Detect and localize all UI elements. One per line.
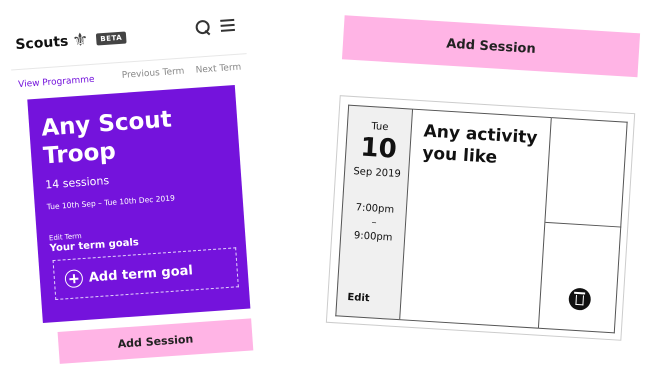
fleur-de-lis-icon: ⚜ [71,29,90,52]
term-card: Any Scout Troop 14 sessions Tue 10th Sep… [27,84,251,323]
delete-session-button[interactable] [568,287,592,311]
activity-text: Any activity you like [421,121,539,168]
next-term-link[interactable]: Next Term [195,63,241,76]
trash-icon [575,294,584,306]
session-side-cells [538,117,628,334]
view-programme-link[interactable]: View Programme [18,75,95,90]
time-separator: – [371,217,377,229]
menu-icon[interactable] [220,18,235,32]
troop-title: Any Scout Troop [40,106,173,170]
month-year: Sep 2019 [353,166,402,180]
edit-session-link[interactable]: Edit [347,292,370,304]
scouts-logo[interactable]: Scouts ⚜ BETA [15,28,127,54]
session-panel: Add Session Tue 10 Sep 2019 7:00pm – 9:0… [324,15,641,367]
term-dates: Tue 10th Sep – Tue 10th Dec 2019 [46,193,176,212]
day-number: 10 [359,132,398,165]
plus-circle-icon [64,269,84,289]
brand-name: Scouts [14,33,69,54]
add-session-button[interactable]: Add Session [341,15,641,78]
add-term-goal-label: Add term goal [88,262,194,286]
end-time: 9:00pm [353,230,393,244]
start-time: 7:00pm [355,202,395,216]
session-count: 14 sessions [44,174,110,192]
search-icon[interactable] [194,19,211,36]
activity-cell[interactable]: Any activity you like [399,108,552,329]
add-term-goal-button[interactable]: Add term goal [52,247,239,301]
programme-screen: Scouts ⚜ BETA View Programme Previous Te… [7,0,269,367]
session-card[interactable]: Tue 10 Sep 2019 7:00pm – 9:00pm Edit Any… [325,95,636,341]
beta-badge: BETA [95,31,127,46]
cell-divider [545,221,622,228]
add-session-button[interactable]: Add Session [57,318,254,364]
previous-term-link[interactable]: Previous Term [122,66,185,80]
